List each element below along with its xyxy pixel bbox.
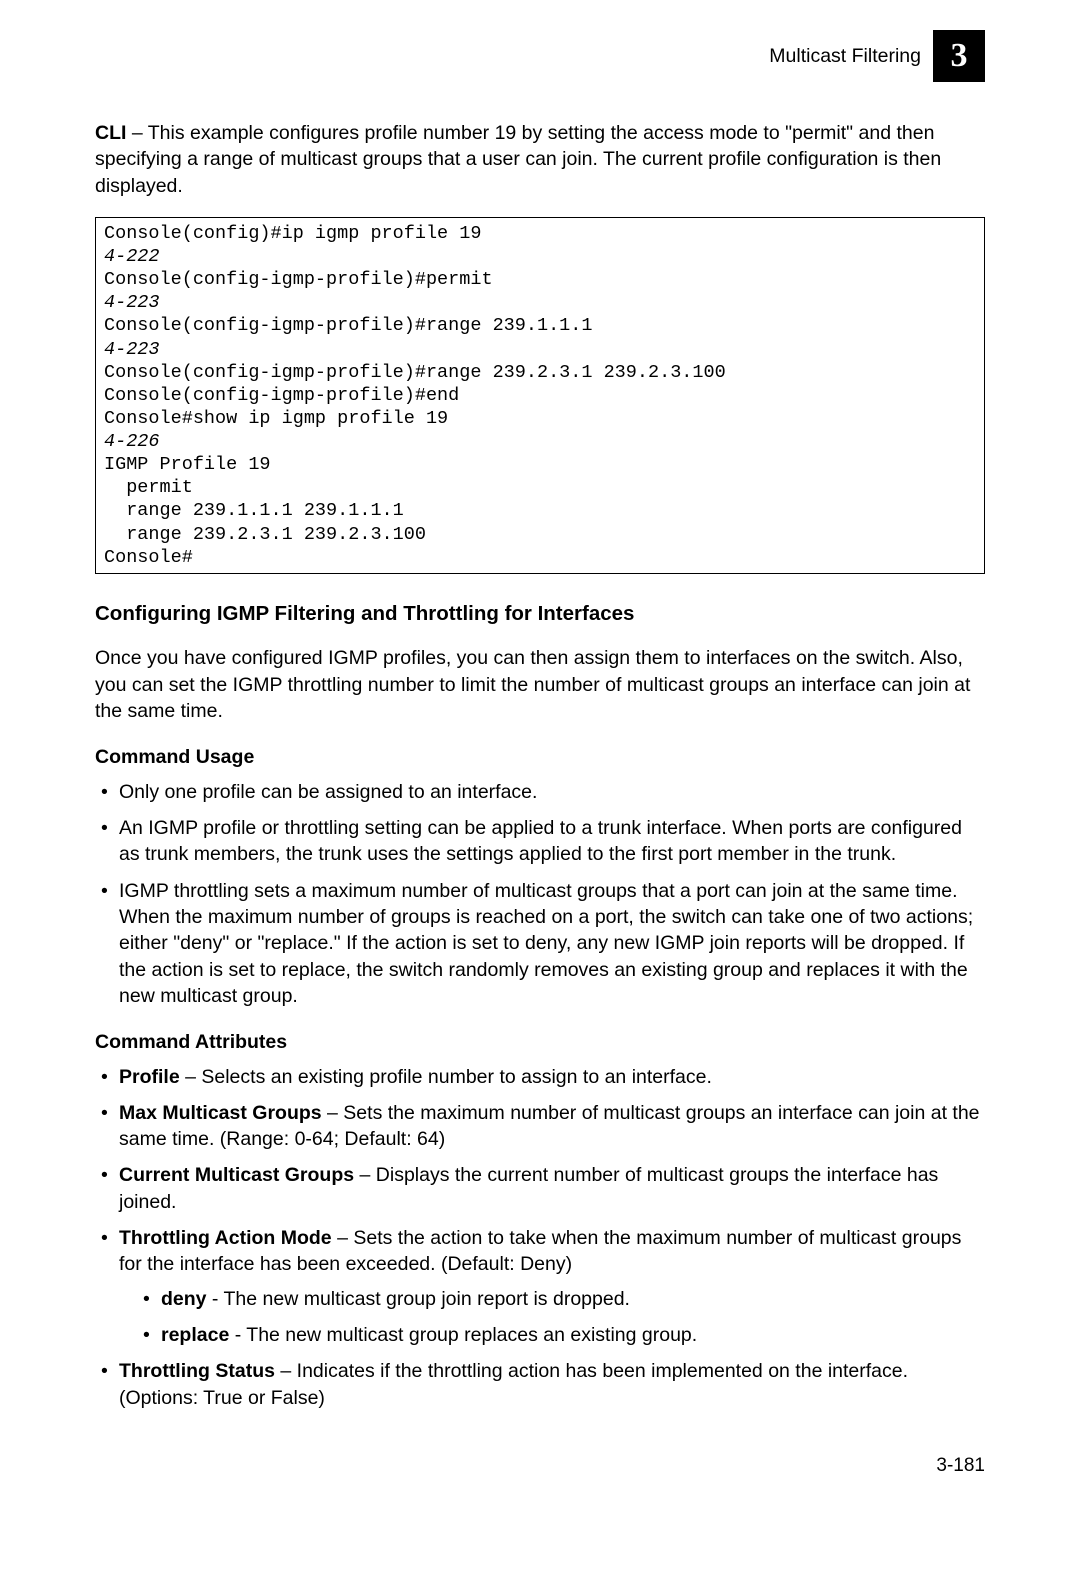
- list-item: Throttling Action Mode – Sets the action…: [97, 1225, 985, 1348]
- list-item: deny - The new multicast group join repo…: [139, 1286, 985, 1312]
- page-header: Multicast Filtering 3: [95, 30, 985, 82]
- code-line: Console#: [104, 547, 193, 568]
- code-line: Console(config-igmp-profile)#permit: [104, 269, 493, 290]
- section-heading: Configuring IGMP Filtering and Throttlin…: [95, 600, 985, 628]
- sub-list: deny - The new multicast group join repo…: [119, 1286, 985, 1349]
- attr-name: Current Multicast Groups: [119, 1164, 354, 1186]
- attr-name: replace: [161, 1324, 229, 1346]
- chapter-badge: 3: [933, 30, 985, 82]
- list-item: Profile – Selects an existing profile nu…: [97, 1064, 985, 1090]
- cli-code-block: Console(config)#ip igmp profile 19 4-222…: [95, 217, 985, 574]
- code-line: Console(config-igmp-profile)#end: [104, 385, 459, 406]
- code-line: IGMP Profile 19: [104, 454, 271, 475]
- attr-name: Max Multicast Groups: [119, 1102, 322, 1124]
- code-line: range 239.2.3.1 239.2.3.100: [104, 524, 426, 545]
- code-line: permit: [104, 477, 193, 498]
- chapter-number: 3: [951, 33, 968, 79]
- command-attributes-heading: Command Attributes: [95, 1029, 985, 1055]
- code-ref: 4-226: [104, 431, 160, 452]
- list-item: An IGMP profile or throttling setting ca…: [97, 815, 985, 868]
- attr-desc: - The new multicast group join report is…: [207, 1288, 630, 1310]
- attr-name: Throttling Action Mode: [119, 1227, 332, 1249]
- code-line: Console(config-igmp-profile)#range 239.2…: [104, 362, 726, 383]
- attr-name: deny: [161, 1288, 207, 1310]
- command-usage-heading: Command Usage: [95, 744, 985, 770]
- list-item: replace - The new multicast group replac…: [139, 1322, 985, 1348]
- intro-text: – This example configures profile number…: [95, 122, 941, 197]
- attr-desc: - The new multicast group replaces an ex…: [229, 1324, 697, 1346]
- command-usage-list: Only one profile can be assigned to an i…: [95, 779, 985, 1010]
- code-line: range 239.1.1.1 239.1.1.1: [104, 500, 404, 521]
- code-ref: 4-222: [104, 246, 160, 267]
- list-item: Only one profile can be assigned to an i…: [97, 779, 985, 805]
- code-line: Console#show ip igmp profile 19: [104, 408, 448, 429]
- attr-name: Throttling Status: [119, 1360, 275, 1382]
- list-item: Max Multicast Groups – Sets the maximum …: [97, 1100, 985, 1153]
- header-title: Multicast Filtering: [769, 43, 921, 69]
- code-line: Console(config)#ip igmp profile 19: [104, 223, 481, 244]
- list-item: Current Multicast Groups – Displays the …: [97, 1162, 985, 1215]
- list-item: IGMP throttling sets a maximum number of…: [97, 878, 985, 1010]
- intro-paragraph: CLI – This example configures profile nu…: [95, 120, 985, 199]
- code-ref: 4-223: [104, 339, 160, 360]
- list-item: Throttling Status – Indicates if the thr…: [97, 1358, 985, 1411]
- command-attributes-list: Profile – Selects an existing profile nu…: [95, 1064, 985, 1411]
- section-paragraph: Once you have configured IGMP profiles, …: [95, 645, 985, 724]
- page-number: 3-181: [95, 1453, 985, 1479]
- code-line: Console(config-igmp-profile)#range 239.1…: [104, 315, 592, 336]
- attr-name: Profile: [119, 1066, 180, 1088]
- attr-desc: – Selects an existing profile number to …: [180, 1066, 712, 1088]
- cli-label: CLI: [95, 122, 126, 144]
- code-ref: 4-223: [104, 292, 160, 313]
